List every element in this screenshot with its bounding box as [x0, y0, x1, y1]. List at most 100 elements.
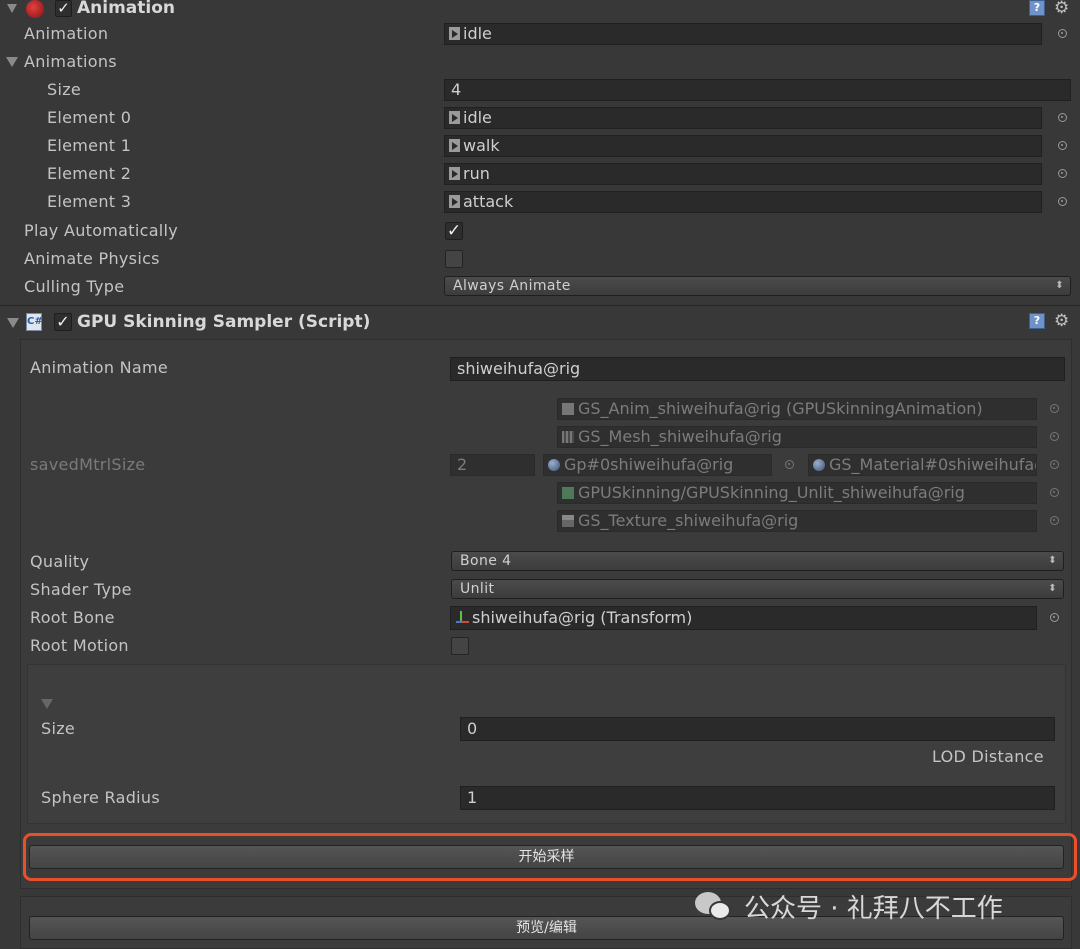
quality-value: Bone 4 [460, 553, 512, 569]
shader-type-value: Unlit [460, 581, 495, 597]
saved-texture-value: GS_Texture_shiweihufa@rig [578, 511, 799, 530]
root-motion-checkbox[interactable] [451, 637, 469, 655]
saved-anim-value: GS_Anim_shiweihufa@rig (GPUSkinningAnima… [578, 399, 983, 418]
object-picker-icon[interactable] [1058, 113, 1067, 122]
saved-texture-field: GS_Texture_shiweihufa@rig [557, 510, 1037, 532]
animation-clip-icon [449, 27, 460, 40]
lod-size-label: Size [41, 719, 76, 738]
watermark-text: 公众号 · 礼拜八不工作 [744, 894, 1003, 924]
animation-asset-icon [562, 403, 574, 415]
animation-name-input[interactable]: shiweihufa@rig [450, 357, 1065, 381]
object-picker-icon [1050, 404, 1059, 413]
quality-label: Quality [30, 552, 90, 571]
object-picker-icon [785, 460, 794, 469]
animation-field-value: idle [463, 24, 492, 43]
saved-material-b-field: GS_Material#0shiweihufa@rig [808, 454, 1037, 476]
animation-name-label: Animation Name [30, 358, 169, 377]
animation-component-header[interactable]: ✓ Animation ? ⚙ [0, 0, 1080, 20]
sampler-component-title: GPU Skinning Sampler (Script) [77, 312, 371, 332]
element-2-label: Element 2 [47, 164, 132, 183]
sphere-radius-label: Sphere Radius [41, 788, 161, 807]
animations-foldout-icon[interactable] [6, 57, 18, 67]
saved-shader-value: GPUSkinning/GPUSkinning_Unlit_shiweihufa… [578, 483, 965, 502]
sampler-enabled-checkbox[interactable]: ✓ [54, 313, 72, 331]
saved-material-a-field: Gp#0shiweihufa@rig [543, 454, 772, 476]
root-motion-label: Root Motion [30, 636, 129, 655]
object-picker-icon[interactable] [1058, 29, 1067, 38]
shader-type-label: Shader Type [30, 580, 132, 599]
animate-physics-label: Animate Physics [24, 249, 160, 268]
start-sampling-button[interactable]: 开始采样 [29, 845, 1064, 869]
element-3-label: Element 3 [47, 192, 132, 211]
saved-mesh-field: GS_Mesh_shiweihufa@rig [557, 426, 1037, 448]
object-picker-icon[interactable] [1058, 141, 1067, 150]
animation-field[interactable]: idle [444, 23, 1042, 45]
animation-enabled-checkbox[interactable]: ✓ [55, 0, 72, 17]
object-picker-icon [1050, 516, 1059, 525]
sampler-component-header[interactable]: C# ✓ GPU Skinning Sampler (Script) ? ⚙ [0, 310, 1080, 334]
element-2-value: run [463, 164, 490, 183]
saved-mtrl-size-input: 2 [450, 454, 535, 476]
saved-material-a-value: Gp#0shiweihufa@rig [564, 455, 734, 474]
mesh-icon [562, 431, 574, 443]
foldout-arrow-icon[interactable] [7, 318, 19, 328]
culling-type-label: Culling Type [24, 277, 125, 296]
object-picker-icon[interactable] [1050, 613, 1059, 622]
animations-label[interactable]: Animations [24, 52, 117, 72]
dropdown-arrow-icon: ⬍ [1055, 280, 1064, 291]
material-sphere-icon [813, 459, 825, 471]
saved-mtrl-size-label: savedMtrlSize [30, 455, 146, 474]
divider [0, 305, 1080, 306]
object-picker-icon [1050, 460, 1059, 469]
lod-foldout-icon[interactable] [41, 699, 53, 709]
animation-component-icon [26, 0, 44, 18]
lod-distance-label: LOD Distance [932, 747, 1044, 766]
transform-icon [455, 611, 469, 625]
object-picker-icon [1050, 488, 1059, 497]
root-bone-value: shiweihufa@rig (Transform) [472, 608, 693, 627]
play-automatically-checkbox[interactable]: ✓ [445, 222, 463, 240]
sphere-radius-input[interactable]: 1 [460, 786, 1055, 810]
script-icon: C# [26, 313, 43, 331]
object-picker-icon[interactable] [1058, 197, 1067, 206]
dropdown-arrow-icon: ⬍ [1048, 583, 1057, 594]
texture-icon [562, 515, 574, 527]
saved-material-b-value: GS_Material#0shiweihufa@rig [829, 455, 1036, 474]
dropdown-arrow-icon: ⬍ [1048, 555, 1057, 566]
root-bone-field[interactable]: shiweihufa@rig (Transform) [450, 606, 1037, 630]
animate-physics-checkbox[interactable] [445, 250, 463, 268]
animation-clip-icon [449, 111, 460, 124]
culling-type-value: Always Animate [453, 278, 571, 294]
object-picker-icon[interactable] [1058, 169, 1067, 178]
element-1-field[interactable]: walk [444, 135, 1042, 157]
shader-type-dropdown[interactable]: Unlit ⬍ [451, 579, 1064, 599]
element-0-value: idle [463, 108, 492, 127]
gear-icon[interactable]: ⚙ [1054, 0, 1069, 17]
animations-size-label: Size [47, 80, 82, 99]
help-icon[interactable]: ? [1029, 313, 1045, 329]
element-2-field[interactable]: run [444, 163, 1042, 185]
foldout-arrow-icon[interactable] [7, 4, 17, 13]
animation-clip-icon [449, 139, 460, 152]
element-0-field[interactable]: idle [444, 107, 1042, 129]
saved-anim-field: GS_Anim_shiweihufa@rig (GPUSkinningAnima… [557, 398, 1037, 420]
element-0-label: Element 0 [47, 108, 132, 127]
animation-clip-icon [449, 167, 460, 180]
animations-size-input[interactable]: 4 [444, 79, 1071, 101]
element-1-value: walk [463, 136, 500, 155]
material-sphere-icon [548, 459, 560, 471]
element-3-field[interactable]: attack [444, 191, 1042, 213]
root-bone-label: Root Bone [30, 608, 115, 627]
saved-mesh-value: GS_Mesh_shiweihufa@rig [578, 427, 782, 446]
element-1-label: Element 1 [47, 136, 132, 155]
quality-dropdown[interactable]: Bone 4 ⬍ [451, 551, 1064, 571]
culling-type-dropdown[interactable]: Always Animate ⬍ [444, 276, 1071, 296]
play-automatically-label: Play Automatically [24, 221, 179, 240]
lod-size-input[interactable]: 0 [460, 717, 1055, 741]
object-picker-icon [1050, 432, 1059, 441]
help-icon[interactable]: ? [1029, 0, 1045, 16]
shader-icon [562, 487, 574, 499]
element-3-value: attack [463, 192, 514, 211]
wechat-icon [695, 892, 735, 922]
gear-icon[interactable]: ⚙ [1054, 313, 1069, 330]
